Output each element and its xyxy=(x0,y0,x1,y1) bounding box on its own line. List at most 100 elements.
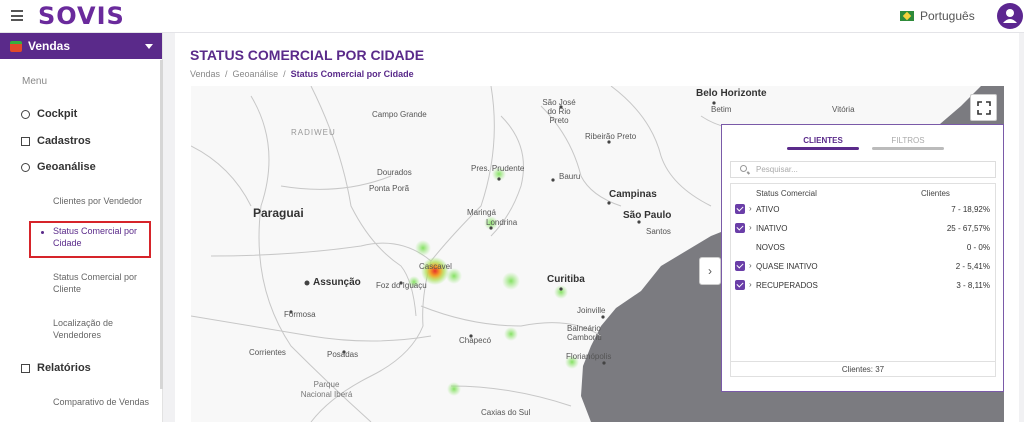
map-label-curitiba: Curitiba xyxy=(547,274,585,285)
breadcrumb-geoanalise[interactable]: Geoanálise xyxy=(233,69,279,79)
sidebar-item-cadastros[interactable]: Cadastros xyxy=(21,135,91,147)
map-label-posadas: Posadas xyxy=(327,350,359,359)
tab-indicator-active xyxy=(787,147,859,150)
search-icon xyxy=(740,165,747,172)
row-label: QUASE INATIVO xyxy=(756,262,818,271)
chevron-right-icon: › xyxy=(708,264,712,278)
sidebar: Vendas Menu Cockpit Cadastros Geoanálise… xyxy=(0,33,163,422)
chevron-right-icon[interactable]: › xyxy=(749,280,752,289)
row-value: 0 - 0% xyxy=(966,243,990,252)
subitem-localizacao-de-vendedores[interactable]: Localização de Vendedores xyxy=(53,317,153,341)
panel-toggle-button[interactable]: › xyxy=(699,257,721,285)
brazil-flag-icon xyxy=(900,11,914,21)
table-row[interactable]: › ATIVO 7 - 18,92% xyxy=(731,201,995,217)
top-bar: SOVIS Português xyxy=(0,0,1024,33)
map-label-betim: Betim xyxy=(711,105,732,114)
user-avatar[interactable] xyxy=(997,3,1023,29)
row-value: 7 - 18,92% xyxy=(951,205,990,214)
row-value: 3 - 8,11% xyxy=(956,281,990,290)
checkbox[interactable] xyxy=(735,204,745,214)
map-label-corrientes: Corrientes xyxy=(249,348,286,357)
search-placeholder: Pesquisar... xyxy=(756,165,798,174)
map-label-chapeco: Chapecó xyxy=(459,336,492,345)
table-row[interactable]: › RECUPERADOS 3 - 8,11% xyxy=(731,277,995,293)
sidebar-item-cockpit[interactable]: Cockpit xyxy=(21,108,77,120)
row-value: 25 - 67,57% xyxy=(946,224,990,233)
table-row[interactable]: › QUASE INATIVO 2 - 5,41% xyxy=(731,258,995,274)
map-label-florianopolis: Florianópolis xyxy=(566,352,612,361)
fullscreen-icon xyxy=(977,101,991,115)
map-pin-icon xyxy=(21,162,30,172)
column-header-clientes: Clientes xyxy=(921,189,950,198)
map-label-campinas: Campinas xyxy=(609,189,657,200)
tab-clientes[interactable]: CLIENTES xyxy=(787,136,859,145)
sidebar-item-relatorios[interactable]: Relatórios xyxy=(21,362,91,374)
map-label-joinville: Joinville xyxy=(577,306,606,315)
basket-icon xyxy=(10,40,22,52)
subitem-comparativo-de-vendas[interactable]: Comparativo de Vendas xyxy=(53,396,153,408)
tab-filtros[interactable]: FILTROS xyxy=(872,136,944,145)
map-label-londrina: Londrina xyxy=(486,218,518,227)
map-label-ribeirao: Ribeirão Preto xyxy=(585,132,637,141)
page-title: STATUS COMERCIAL POR CIDADE xyxy=(190,47,425,63)
language-label: Português xyxy=(920,9,975,23)
map-label-cascavel: Cascavel xyxy=(419,262,452,271)
breadcrumb-current: Status Comercial por Cidade xyxy=(290,69,414,79)
subitem-label: Status Comercial por Cidade xyxy=(53,226,138,248)
subitem-status-comercial-por-cliente[interactable]: Status Comercial por Cliente xyxy=(53,271,153,295)
sovis-logo[interactable]: SOVIS xyxy=(38,2,125,30)
map-label-pres-prudente: Pres. Prudente xyxy=(471,164,525,173)
map-label-paraguai: Paraguai xyxy=(253,206,304,220)
map-label-ponta-pora: Ponta Porã xyxy=(369,184,410,193)
fullscreen-button[interactable] xyxy=(970,94,997,121)
map-label-balneario: Balneário Camboriú xyxy=(567,324,602,342)
chevron-right-icon[interactable]: › xyxy=(749,261,752,270)
breadcrumb-vendas[interactable]: Vendas xyxy=(190,69,220,79)
map-label-bauru: Bauru xyxy=(559,172,581,181)
module-selector[interactable]: Vendas xyxy=(0,33,162,59)
sidebar-item-label: Geoanálise xyxy=(37,161,96,173)
column-header-status: Status Comercial xyxy=(756,189,817,198)
row-value: 2 - 5,41% xyxy=(955,262,990,271)
tab-indicator-inactive xyxy=(872,147,944,150)
chevron-right-icon[interactable]: › xyxy=(749,204,752,213)
checkbox[interactable] xyxy=(735,280,745,290)
breadcrumb: Vendas / Geoanálise / Status Comercial por C… xyxy=(190,69,414,79)
report-icon xyxy=(21,363,30,373)
chevron-right-icon[interactable]: › xyxy=(749,223,752,232)
hamburger-menu-icon[interactable] xyxy=(11,10,23,21)
search-input[interactable]: Pesquisar... xyxy=(730,161,996,178)
module-label: Vendas xyxy=(28,39,71,53)
language-selector[interactable]: Português xyxy=(900,9,975,23)
row-label: NOVOS xyxy=(756,243,785,252)
subitem-clientes-por-vendedor[interactable]: Clientes por Vendedor xyxy=(53,195,153,207)
table-footer: Clientes: 37 xyxy=(731,361,995,374)
menu-heading: Menu xyxy=(22,76,48,87)
map-label-santos: Santos xyxy=(646,227,671,236)
map-label-caxias: Caxias do Sul xyxy=(481,408,531,417)
map-label-foz: Foz do Iguaçu xyxy=(376,281,427,290)
status-table: Status Comercial Clientes › ATIVO 7 - 18… xyxy=(730,183,996,377)
gauge-icon xyxy=(21,109,30,119)
status-panel: CLIENTES FILTROS Pesquisar... Status Com… xyxy=(721,124,1004,392)
checkbox[interactable] xyxy=(735,223,745,233)
map-label-sao-jose: São José do Rio Preto xyxy=(542,98,576,125)
row-label: ATIVO xyxy=(756,205,780,214)
user-icon xyxy=(1003,9,1017,23)
map-label-campo-grande: Campo Grande xyxy=(372,110,427,119)
sidebar-item-label: Relatórios xyxy=(37,362,91,374)
map-label-maringa: Maringá xyxy=(467,208,496,217)
row-label: INATIVO xyxy=(756,224,788,233)
map-label-bolivia: RADIWEU xyxy=(291,128,336,137)
map-label-formosa: Formosa xyxy=(284,310,316,319)
clipboard-icon xyxy=(21,136,30,146)
sidebar-scrollbar[interactable] xyxy=(160,60,163,389)
map-label-assuncao: Assunção xyxy=(313,277,361,288)
sidebar-item-geoanalise[interactable]: Geoanálise xyxy=(21,161,96,173)
subitem-status-comercial-por-cidade[interactable]: Status Comercial por Cidade xyxy=(29,221,151,258)
map-label-sao-paulo: São Paulo xyxy=(623,210,672,221)
checkbox[interactable] xyxy=(735,261,745,271)
map-label-dourados: Dourados xyxy=(377,168,412,177)
table-row[interactable]: › INATIVO 25 - 67,57% xyxy=(731,220,995,236)
caret-down-icon xyxy=(145,44,153,49)
